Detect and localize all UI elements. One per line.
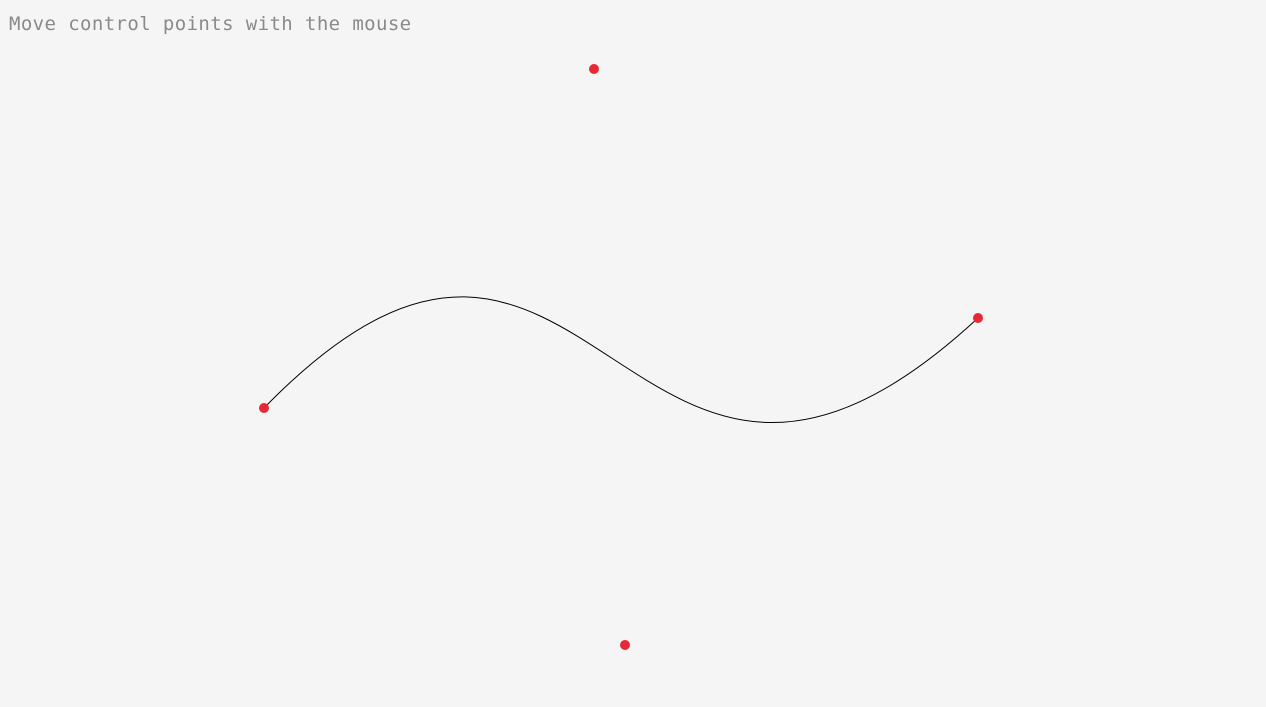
control-point-1[interactable] bbox=[589, 64, 599, 74]
end-point[interactable] bbox=[973, 313, 983, 323]
start-point[interactable] bbox=[259, 403, 269, 413]
bezier-curve bbox=[263, 296, 979, 423]
control-point-2[interactable] bbox=[620, 640, 630, 650]
bezier-scene bbox=[259, 64, 983, 650]
game-canvas[interactable]: Move control points with the mouse bbox=[0, 0, 1266, 707]
